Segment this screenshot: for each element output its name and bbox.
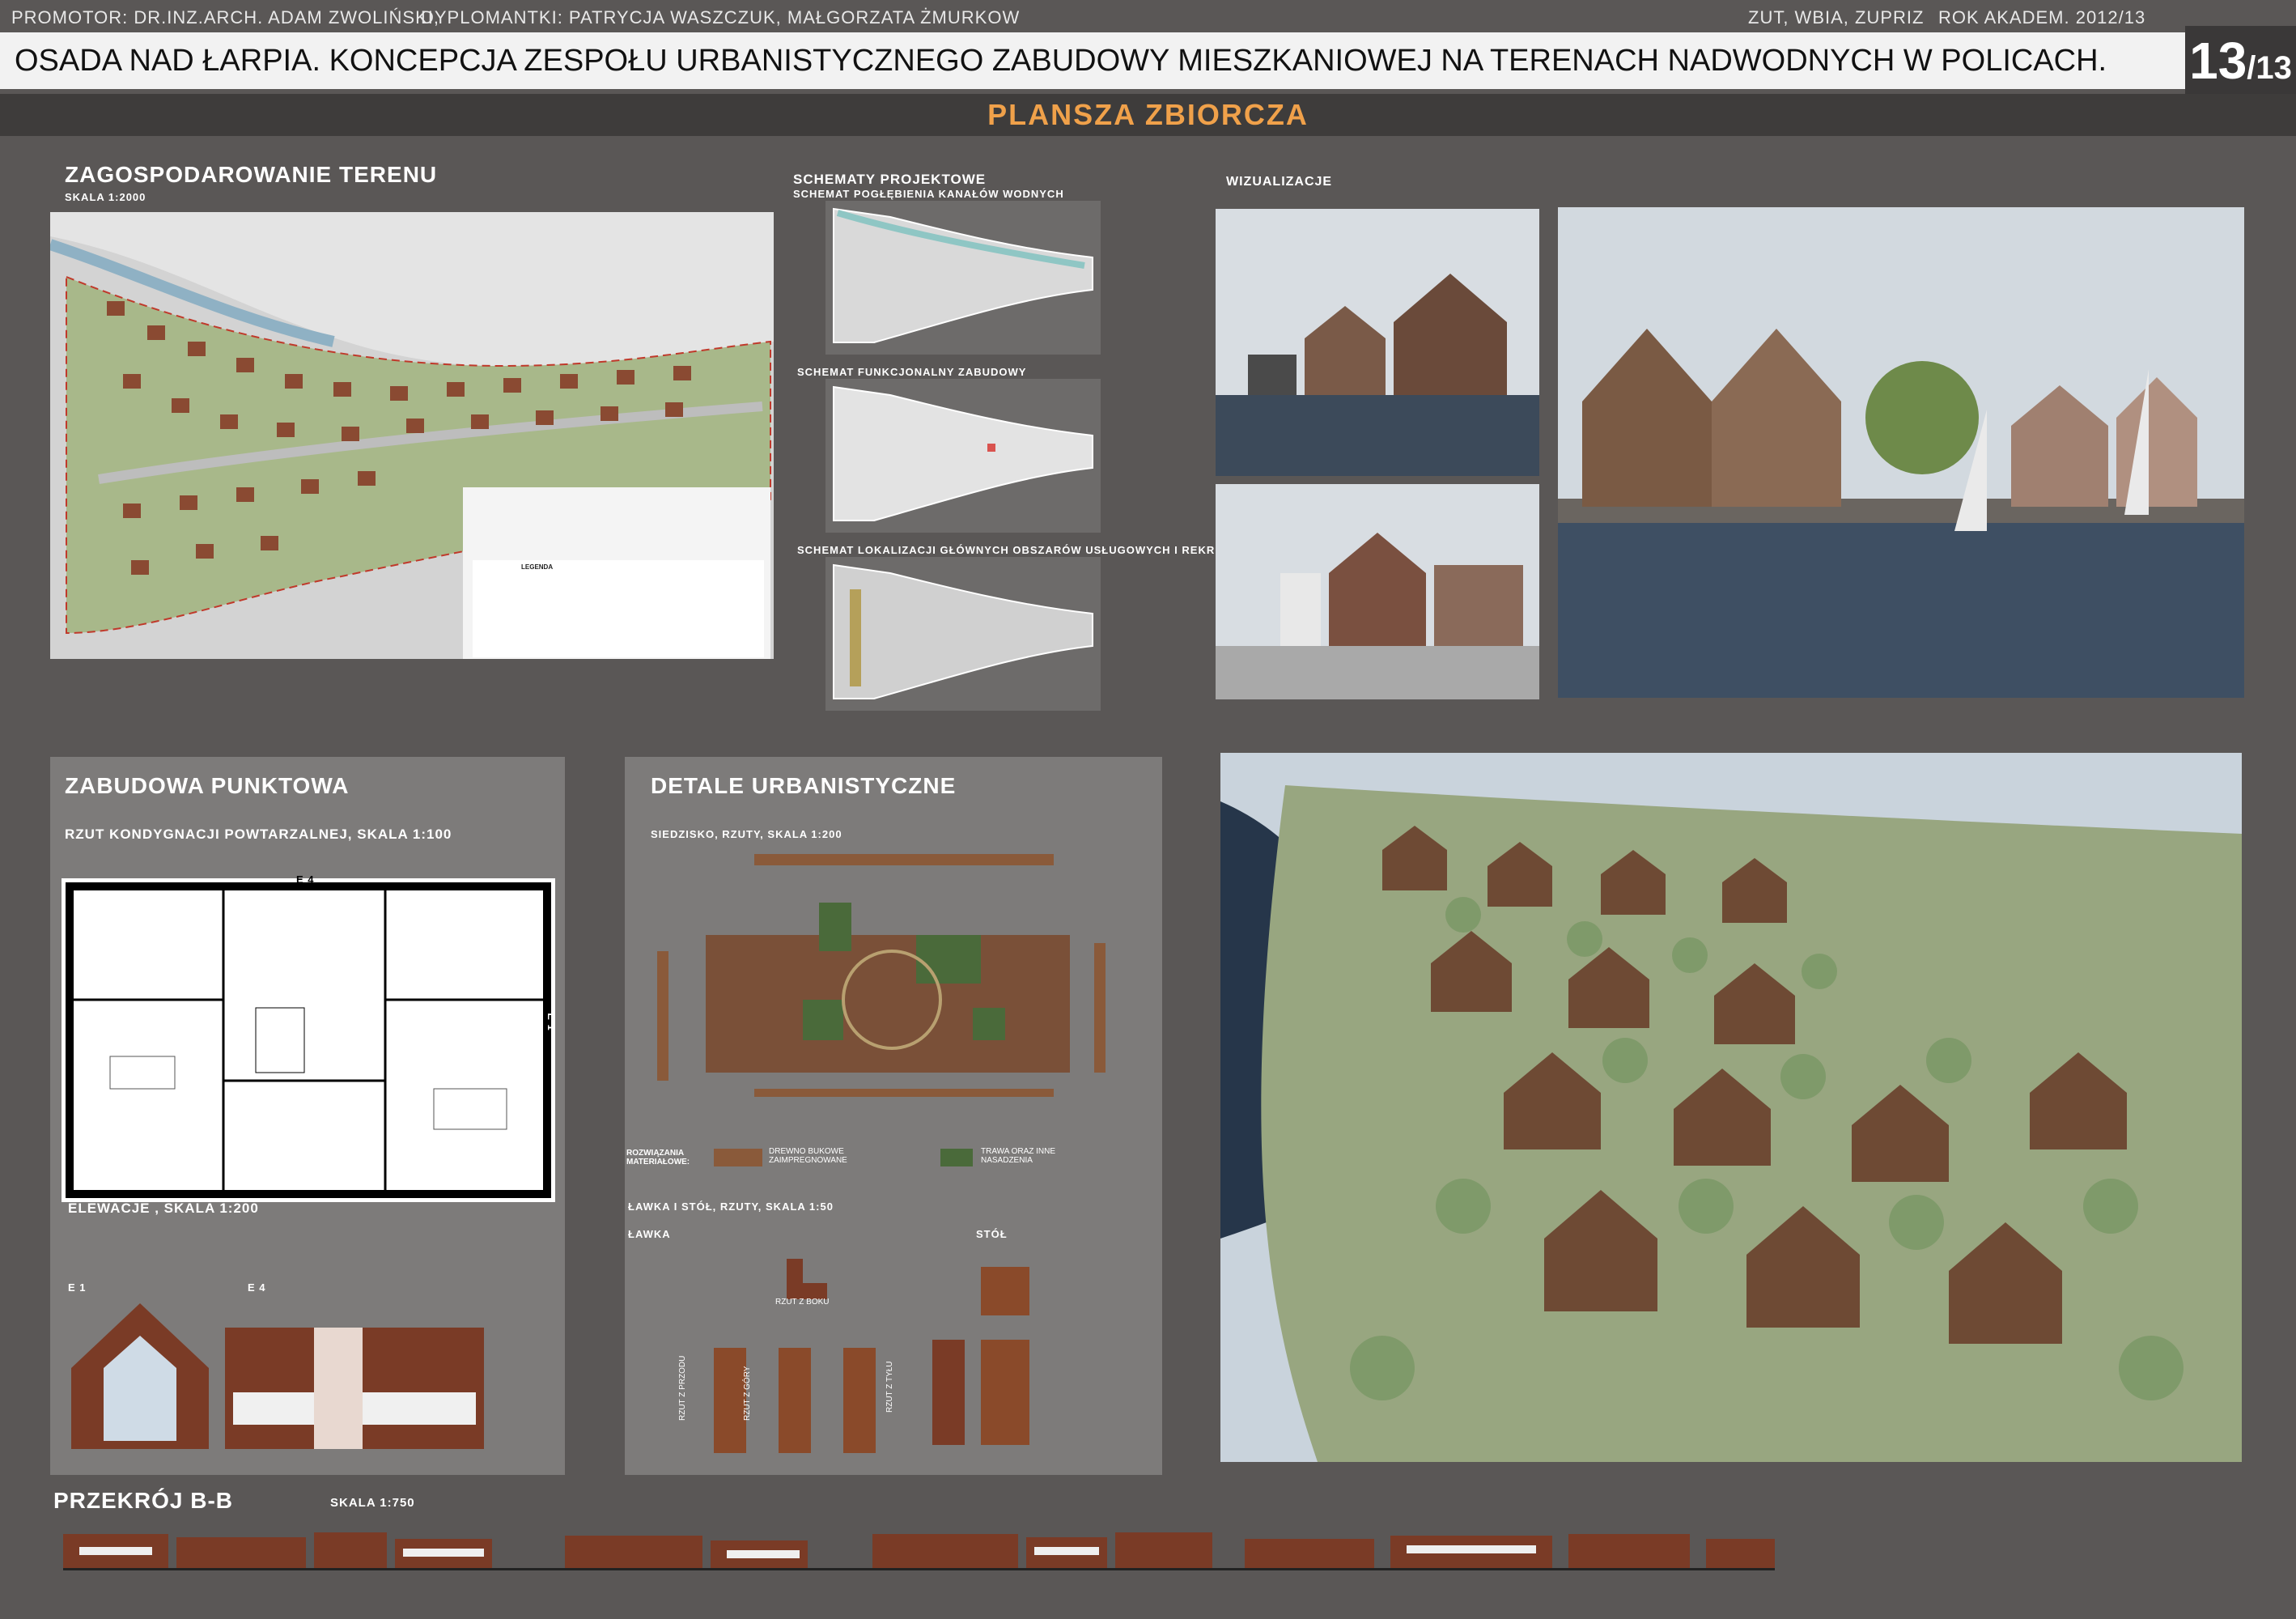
site-plan-legend: LEGENDA [473,560,764,657]
visualization-1 [1216,209,1539,476]
schemes-title: SCHEMATY PROJEKTOWE [793,172,987,187]
front-view-label: RZUT Z PRZODU [678,1355,687,1421]
elevations-caption: ELEWACJE , SKALA 1:200 [68,1200,259,1216]
section-drawing [63,1532,1775,1570]
page-number: 13/13 [2185,26,2296,96]
materials-label: ROZWIĄZANIA MATERIAŁOWE: [626,1149,690,1166]
table-label: STÓŁ [976,1228,1008,1240]
floor-plan-caption: RZUT KONDYGNACJI POWTARZALNEJ, SKALA 1:1… [65,826,452,842]
aerial-visualization [1220,753,2242,1462]
bench-table-caption: ŁAWKA I STÓŁ, RZUTY, SKALA 1:50 [628,1200,834,1213]
back-view-label: RZUT Z TYŁU [885,1361,894,1413]
e4-marker: E 4 [296,873,315,886]
elevation-e1-label: E 1 [68,1281,87,1294]
promotor-text: PROMOTOR: DR.INZ.ARCH. ADAM ZWOLIŃSKI, [11,7,439,28]
site-plan-scale: SKALA 1:2000 [65,191,146,203]
visualization-2 [1216,484,1539,699]
point-building-panel: ZABUDOWA PUNKTOWA RZUT KONDYGNACJI POWTA… [50,757,565,1475]
visualizations-title: WIZUALIZACJE [1226,175,1333,189]
section-title: PRZEKRÓJ B-B [53,1488,234,1513]
point-building-title: ZABUDOWA PUNKTOWA [65,773,350,798]
authors-text: DYPLOMANTKI: PATRYCJA WASZCZUK, MAŁGORZA… [421,7,1021,28]
section-scale: SKALA 1:750 [330,1496,415,1510]
credits-bar: PROMOTOR: DR.INZ.ARCH. ADAM ZWOLIŃSKI, D… [0,0,2296,32]
details-title: DETALE URBANISTYCZNE [651,773,957,798]
floor-plan-drawing: E 4 [62,873,555,1202]
scheme-1-image [825,201,1101,355]
institution-text: ZUT, WBIA, ZUPRIZ [1748,7,1925,28]
board-title: OSADA NAD ŁARPIA. KONCEPCJA ZESPOŁU URBA… [0,32,2185,89]
grass-label: TRAWA ORAZ INNE NASADZENIA [981,1147,1056,1165]
bench-table-drawing [714,1259,1029,1453]
site-plan-map: LEGENDA [50,212,774,659]
e1-marker: E 1 [545,1013,558,1031]
scheme-3-image [825,557,1101,711]
scheme-2-image [825,379,1101,533]
legend-title: LEGENDA [521,563,554,571]
top-view-label: RZUT Z GÓRY [743,1366,752,1421]
seating-drawing [657,854,1106,1097]
seating-caption: SIEDZISKO, RZUTY, SKALA 1:200 [651,828,842,840]
elevations-drawing [71,1303,484,1449]
side-view-label: RZUT Z BOKU [775,1298,830,1307]
elevation-e4-label: E 4 [248,1281,266,1294]
wood-label: DREWNO BUKOWE ZAIMPREGNOWANE [769,1147,847,1165]
grass-swatch [940,1149,973,1166]
scheme-3-title: SCHEMAT LOKALIZACJI GŁÓWNYCH OBSZARÓW US… [797,544,1288,556]
site-plan-title: ZAGOSPODAROWANIE TERENU [65,162,438,187]
scheme-2-title: SCHEMAT FUNKCJONALNY ZABUDOWY [797,366,1027,378]
wood-swatch [714,1149,762,1166]
visualization-3 [1558,207,2244,698]
urban-details-panel: DETALE URBANISTYCZNE SIEDZISKO, RZUTY, S… [625,757,1162,1475]
bench-label: ŁAWKA [628,1228,671,1240]
board-subtitle: PLANSZA ZBIORCZA [0,94,2296,136]
year-text: ROK AKADEM. 2012/13 [1938,7,2146,28]
scheme-1-title: SCHEMAT POGŁĘBIENIA KANAŁÓW WODNYCH [793,188,1064,200]
